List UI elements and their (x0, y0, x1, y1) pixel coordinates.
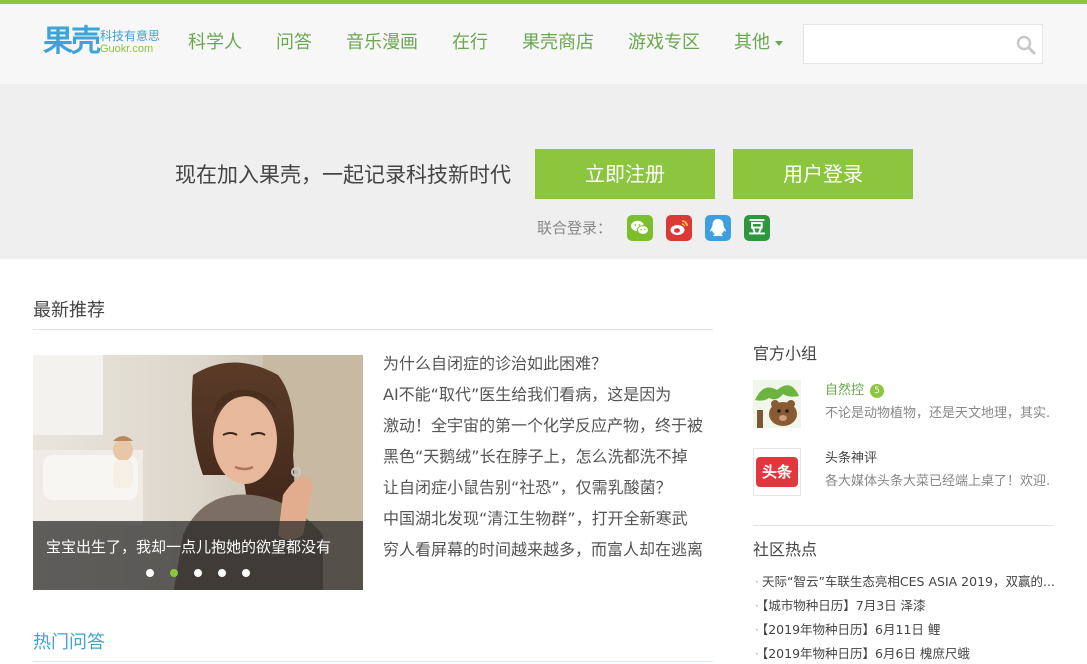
logo-wordmark: 果壳 (43, 24, 101, 59)
hot-qa-divider (33, 661, 713, 662)
group-avatar-toutiao[interactable]: 头条 (753, 448, 801, 496)
nav-item-music-comics[interactable]: 音乐漫画 (346, 31, 418, 55)
slider-caption: 宝宝出生了，我却一点儿抱她的欲望都没有 (33, 521, 363, 590)
hot-qa-section-title[interactable]: 热门问答 (33, 631, 105, 655)
social-login-label: 联合登录： (537, 219, 613, 237)
group-level-badge: 5 (870, 384, 885, 398)
douban-icon[interactable]: 豆 (744, 215, 770, 241)
article-link[interactable]: 激动！全宇宙的第一个化学反应产物，终于被 (383, 415, 708, 437)
hot-topic-text: 【城市物种日历】7月3日 泽漆 (761, 598, 926, 613)
latest-section-title: 最新推荐 (33, 300, 105, 321)
bullet-icon: · (755, 646, 759, 661)
slider-dot[interactable] (194, 569, 202, 577)
join-banner: 现在加入果壳，一起记录科技新时代 立即注册 用户登录 联合登录： 豆 (0, 84, 1087, 259)
slider-dot[interactable] (146, 569, 154, 577)
hot-topic-text: 【2019年物种日历】6月11日 鲤 (761, 622, 941, 637)
article-link[interactable]: 让自闭症小鼠告别“社恐”，仅需乳酸菌？ (383, 477, 708, 499)
top-navigation: 果壳 科技有意思 Guokr.com 科学人 问答 音乐漫画 在行 果壳商店 游… (0, 4, 1087, 84)
douban-glyph: 豆 (748, 218, 766, 238)
group-avatar-nature[interactable] (753, 380, 801, 428)
group-name-toutiao[interactable]: 头条神评 (825, 450, 877, 468)
nav-item-more[interactable]: 其他 (734, 31, 783, 55)
featured-slider[interactable]: 宝宝出生了，我却一点儿抱她的欲望都没有 (33, 355, 363, 590)
toutiao-logo: 头条 (756, 457, 798, 487)
slider-dot[interactable] (242, 569, 250, 577)
search-icon[interactable] (1016, 35, 1036, 55)
hot-topic-item[interactable]: · 天际“智云”车联生态亮相CES ASIA 2019，双赢的... (755, 573, 1055, 591)
group-name-nature-label: 自然控 (825, 383, 865, 398)
guokr-logo[interactable]: 果壳 科技有意思 Guokr.com (43, 24, 163, 64)
article-link[interactable]: 中国湖北发现“清江生物群”，打开全新寒武 (383, 508, 708, 530)
official-groups-title: 官方小组 (753, 344, 818, 363)
nav-item-games[interactable]: 游戏专区 (628, 31, 700, 55)
nav-item-qa[interactable]: 问答 (276, 31, 312, 55)
search-box (803, 24, 1043, 64)
wechat-icon[interactable] (627, 215, 653, 241)
bullet-icon: · (755, 622, 759, 637)
nav-item-scientific-american[interactable]: 科学人 (188, 31, 242, 55)
logo-domain: Guokr.com (100, 43, 154, 55)
article-link[interactable]: AI不能“取代”医生给我们看病，这是因为 (383, 384, 708, 406)
caret-down-icon (775, 40, 783, 46)
hot-topic-item[interactable]: · 【城市物种日历】7月3日 泽漆 (755, 597, 1055, 615)
search-input[interactable] (804, 25, 1004, 63)
slider-caption-text: 宝宝出生了，我却一点儿抱她的欲望都没有 (46, 538, 332, 556)
article-link[interactable]: 为什么自闭症的诊治如此困难？ (383, 353, 708, 375)
slider-dot-active[interactable] (170, 569, 178, 577)
qq-icon[interactable] (705, 215, 731, 241)
weibo-icon[interactable] (666, 215, 692, 241)
group-name-nature[interactable]: 自然控 5 (825, 382, 885, 400)
nav-item-store[interactable]: 果壳商店 (522, 31, 594, 55)
banner-slogan: 现在加入果壳，一起记录科技新时代 (175, 163, 511, 187)
nav-item-zaihang[interactable]: 在行 (452, 31, 488, 55)
hot-topic-item[interactable]: · 【2019年物种日历】6月6日 槐庶尺蛾 (755, 645, 1055, 663)
hot-topic-text: 天际“智云”车联生态亮相CES ASIA 2019，双赢的... (761, 574, 1055, 589)
sidebar-divider (753, 525, 1053, 526)
nav-item-more-label: 其他 (734, 32, 770, 53)
logo-tagline: 科技有意思 (100, 29, 161, 43)
community-hot-title: 社区热点 (753, 540, 818, 559)
hot-topic-item[interactable]: · 【2019年物种日历】6月11日 鲤 (755, 621, 1055, 639)
group-desc-nature: 不论是动物植物，还是天文地理，其实... (825, 406, 1050, 421)
article-link[interactable]: 穷人看屏幕的时间越来越多，而富人却在逃离 (383, 539, 708, 561)
bullet-icon: · (755, 574, 759, 589)
group-desc-toutiao: 各大媒体头条大菜已经端上桌了！欢迎... (825, 474, 1050, 489)
latest-divider (33, 329, 713, 330)
login-button[interactable]: 用户登录 (733, 149, 913, 199)
article-link[interactable]: 黑色“天鹅绒”长在脖子上，怎么洗都洗不掉 (383, 446, 708, 468)
hot-topic-text: 【2019年物种日历】6月6日 槐庶尺蛾 (761, 646, 970, 661)
slider-dot[interactable] (218, 569, 226, 577)
register-button[interactable]: 立即注册 (535, 149, 715, 199)
bullet-icon: · (755, 598, 759, 613)
